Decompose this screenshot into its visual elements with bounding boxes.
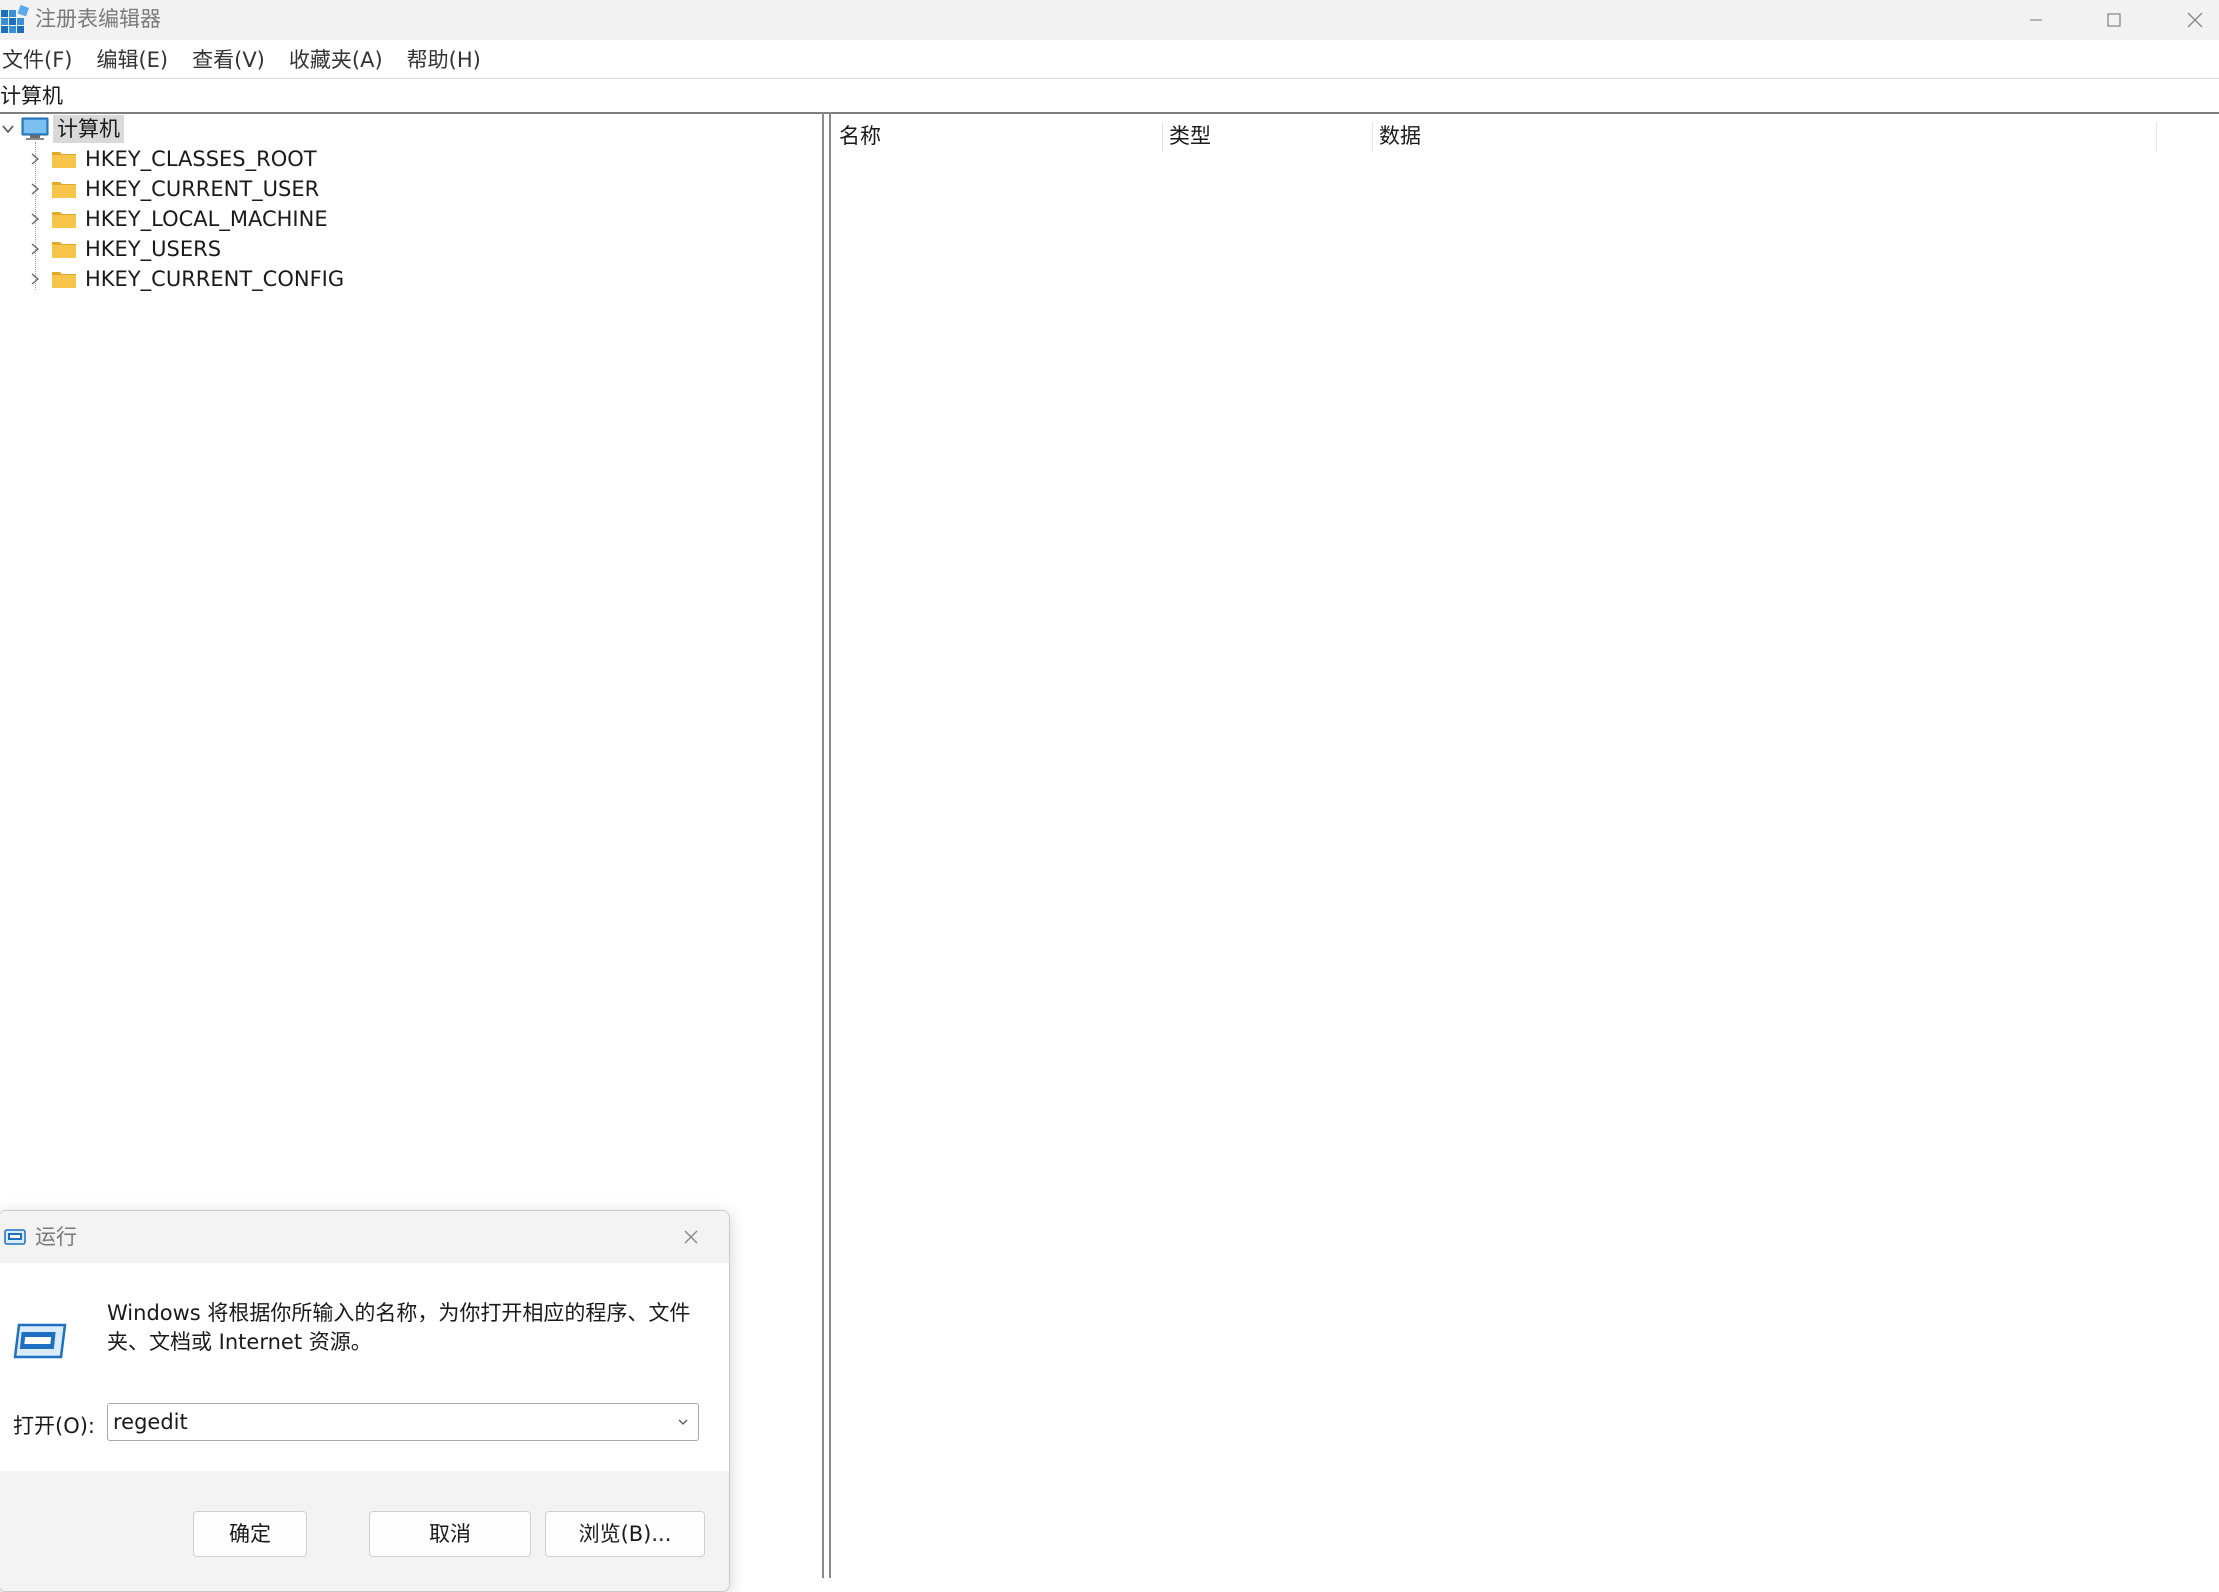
address-path[interactable]: 计算机: [0, 81, 63, 111]
chevron-right-icon[interactable]: [28, 272, 42, 286]
tree-item-hkcu[interactable]: HKEY_CURRENT_USER: [28, 174, 319, 204]
close-button[interactable]: [2155, 0, 2219, 40]
computer-icon: [21, 117, 49, 140]
column-header-type[interactable]: 类型: [1169, 119, 1211, 153]
run-icon: [13, 1323, 67, 1359]
tree-root-row[interactable]: 计算机: [0, 114, 124, 144]
tree-item-hklm[interactable]: HKEY_LOCAL_MACHINE: [28, 204, 328, 234]
ok-button[interactable]: 确定: [193, 1511, 307, 1557]
menu-bar: 文件(F) 编辑(E) 查看(V) 收藏夹(A) 帮助(H): [0, 44, 2219, 78]
address-bar[interactable]: 计算机: [0, 78, 2219, 113]
run-dialog-close-button[interactable]: [671, 1221, 711, 1253]
folder-icon: [52, 182, 76, 198]
tree-item-hku[interactable]: HKEY_USERS: [28, 234, 221, 264]
run-dialog-description: Windows 将根据你所输入的名称，为你打开相应的程序、文件夹、文档或 Int…: [107, 1301, 691, 1354]
browse-button[interactable]: 浏览(B)...: [545, 1511, 705, 1557]
maximize-button[interactable]: [2074, 0, 2154, 40]
chevron-right-icon[interactable]: [28, 182, 42, 196]
tree-item-label[interactable]: HKEY_LOCAL_MACHINE: [85, 205, 328, 233]
window-title: 注册表编辑器: [35, 7, 161, 31]
open-field-label: 打开(O):: [13, 1414, 95, 1438]
tree-item-hkcr[interactable]: HKEY_CLASSES_ROOT: [28, 144, 317, 174]
column-divider[interactable]: [2156, 122, 2157, 152]
open-combobox[interactable]: regedit: [107, 1403, 699, 1441]
run-dialog: 运行 Windows 将根据你所输入的名称，为你打开相应的程序、文件夹、文档或 …: [0, 1210, 730, 1592]
folder-icon: [52, 212, 76, 228]
chevron-right-icon[interactable]: [28, 152, 42, 166]
run-dialog-footer: 确定 取消 浏览(B)...: [0, 1471, 729, 1591]
minimize-button[interactable]: [1996, 0, 2076, 40]
registry-editor-icon: [1, 4, 30, 33]
column-header-name[interactable]: 名称: [839, 119, 881, 153]
tree-item-label[interactable]: HKEY_CLASSES_ROOT: [85, 145, 317, 173]
pane-splitter-left-edge[interactable]: [822, 112, 824, 1578]
title-bar: 注册表编辑器: [0, 0, 2219, 40]
menu-edit[interactable]: 编辑(E): [94, 44, 168, 78]
tree-item-hkcc[interactable]: HKEY_CURRENT_CONFIG: [28, 264, 344, 294]
chevron-down-icon[interactable]: [676, 1415, 690, 1429]
close-icon: [684, 1230, 698, 1244]
tree-item-label[interactable]: HKEY_USERS: [85, 235, 221, 263]
column-header-data[interactable]: 数据: [1379, 119, 1421, 153]
tree-root-label[interactable]: 计算机: [53, 115, 124, 143]
tree-item-label[interactable]: HKEY_CURRENT_USER: [85, 175, 319, 203]
menu-help[interactable]: 帮助(H): [405, 44, 481, 78]
run-dialog-title: 运行: [35, 1225, 77, 1249]
run-dialog-title-bar[interactable]: 运行: [0, 1211, 729, 1263]
menu-file[interactable]: 文件(F): [0, 44, 72, 78]
menu-view[interactable]: 查看(V): [190, 44, 265, 78]
folder-icon: [52, 242, 76, 258]
maximize-icon: [2107, 13, 2121, 27]
open-input-value[interactable]: regedit: [113, 1407, 188, 1437]
cancel-button[interactable]: 取消: [369, 1511, 531, 1557]
minimize-icon: [2030, 19, 2042, 21]
folder-icon: [52, 152, 76, 168]
run-dialog-body: Windows 将根据你所输入的名称，为你打开相应的程序、文件夹、文档或 Int…: [0, 1263, 729, 1471]
chevron-right-icon[interactable]: [28, 242, 42, 256]
folder-icon: [52, 272, 76, 288]
tree-item-label[interactable]: HKEY_CURRENT_CONFIG: [85, 265, 344, 293]
chevron-right-icon[interactable]: [28, 212, 42, 226]
close-icon: [2187, 12, 2203, 28]
menu-favorites[interactable]: 收藏夹(A): [287, 44, 383, 78]
run-icon: [4, 1229, 26, 1245]
values-list-pane[interactable]: 名称 类型 数据: [831, 114, 2219, 1578]
chevron-down-icon[interactable]: [1, 122, 15, 136]
column-divider[interactable]: [1372, 122, 1373, 152]
column-divider[interactable]: [1162, 122, 1163, 152]
